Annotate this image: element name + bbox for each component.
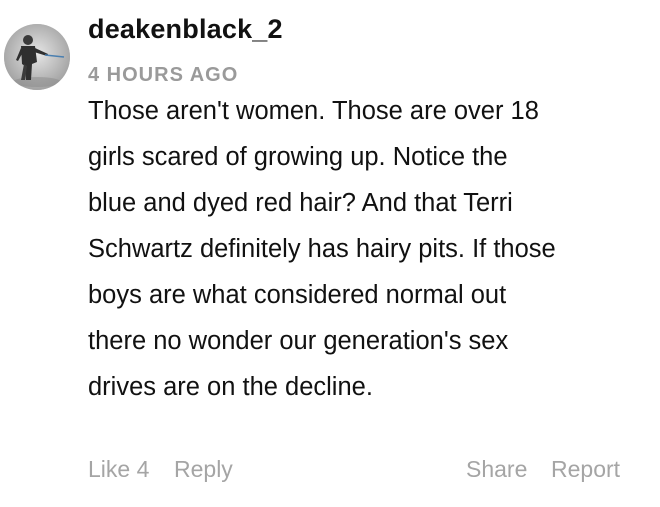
comment-actions: Like 4 Reply Share Report <box>88 456 630 488</box>
comment-body-line: Those aren't women. Those are over 18 <box>88 97 539 125</box>
avatar[interactable] <box>4 24 70 90</box>
comment-body-line: there no wonder our generation's sex <box>88 327 509 355</box>
comment-body-line: blue and dyed red hair? And that Terri <box>88 189 513 217</box>
user-avatar-icon <box>4 24 70 90</box>
share-button[interactable]: Share <box>466 456 527 483</box>
comment-body-line: drives are on the decline. <box>88 373 373 401</box>
comment-card: deakenblack_2 4 HOURS AGO Those aren't w… <box>0 0 660 507</box>
like-count: 4 <box>136 456 150 482</box>
username[interactable]: deakenblack_2 <box>88 14 283 45</box>
comment-body-line: boys are what considered normal out <box>88 281 507 309</box>
timestamp: 4 HOURS AGO <box>88 64 239 86</box>
comment-body-line: girls scared of growing up. Notice the <box>88 143 508 171</box>
comment-body-line: Schwartz definitely has hairy pits. If t… <box>88 235 556 263</box>
comment-body: Those aren't women. Those are over 18 gi… <box>88 88 648 410</box>
like-button[interactable]: Like 4 <box>88 456 149 483</box>
like-label: Like <box>88 456 131 482</box>
report-button[interactable]: Report <box>551 456 620 483</box>
reply-button[interactable]: Reply <box>174 456 233 483</box>
